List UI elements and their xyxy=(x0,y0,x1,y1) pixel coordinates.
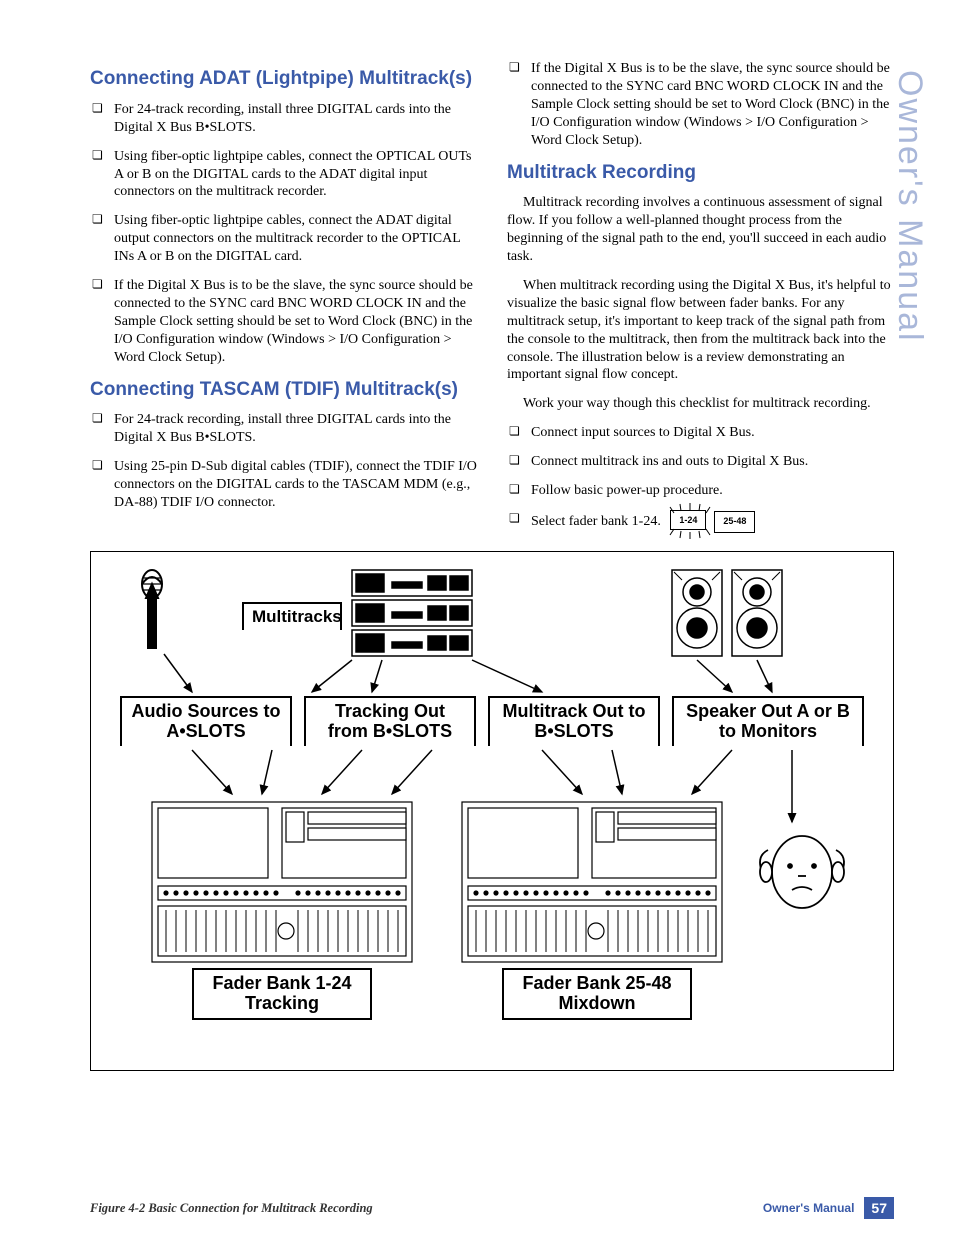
label-tracking-out: Tracking Out from B•SLOTS xyxy=(304,696,476,746)
list-item: Connect input sources to Digital X Bus. xyxy=(507,424,894,442)
figure-caption: Figure 4-2 Basic Connection for Multitra… xyxy=(90,1201,373,1216)
list-adat: For 24-track recording, install three DI… xyxy=(90,101,477,367)
console-right-icon xyxy=(462,802,722,962)
heading-multitrack-recording: Multitrack Recording xyxy=(507,162,894,185)
list-item: If the Digital X Bus is to be the slave,… xyxy=(507,60,894,150)
microphone-icon xyxy=(142,570,162,648)
list-item: Connect multitrack ins and outs to Digit… xyxy=(507,453,894,471)
label-bank-25-48: Fader Bank 25-48 Mixdown xyxy=(502,968,692,1020)
label-multitracks: Multitracks xyxy=(242,602,342,630)
list-tascam: For 24-track recording, install three DI… xyxy=(90,411,477,512)
list-item-text: Select fader bank 1-24. xyxy=(531,514,661,529)
label-bank-1-24: Fader Bank 1-24 Tracking xyxy=(192,968,372,1020)
list-item: If the Digital X Bus is to be the slave,… xyxy=(90,277,477,367)
list-item: Using fiber-optic lightpipe cables, conn… xyxy=(90,212,477,266)
footer-manual-label: Owner's Manual xyxy=(763,1201,855,1215)
list-item: Using fiber-optic lightpipe cables, conn… xyxy=(90,148,477,202)
arrows-top xyxy=(164,654,772,692)
paragraph: Work your way though this checklist for … xyxy=(507,395,894,413)
label-audio-sources: Audio Sources to A•SLOTS xyxy=(120,696,292,746)
speaker-icon xyxy=(672,570,782,656)
list-checklist: Connect input sources to Digital X Bus. … xyxy=(507,424,894,532)
list-continued: If the Digital X Bus is to be the slave,… xyxy=(507,60,894,150)
listener-icon xyxy=(760,836,844,908)
label-speaker-out: Speaker Out A or B to Monitors xyxy=(672,696,864,746)
list-item: Using 25-pin D-Sub digital cables (TDIF)… xyxy=(90,458,477,512)
paragraph: Multitrack recording involves a continuo… xyxy=(507,194,894,266)
figure-4-2: Multitracks Audio Sources to A•SLOTS Tra… xyxy=(90,551,894,1071)
heading-adat: Connecting ADAT (Lightpipe) Multitrack(s… xyxy=(90,68,477,91)
label-multitrack-out: Multitrack Out to B•SLOTS xyxy=(488,696,660,746)
page-number: 57 xyxy=(864,1197,894,1219)
list-item: Follow basic power-up procedure. xyxy=(507,482,894,500)
list-item: For 24-track recording, install three DI… xyxy=(90,101,477,137)
column-left: Connecting ADAT (Lightpipe) Multitrack(s… xyxy=(90,60,477,545)
heading-tascam: Connecting TASCAM (TDIF) Multitrack(s) xyxy=(90,379,477,402)
button-bank-1-24: 1-24 xyxy=(670,510,706,530)
multitrack-rack-icon xyxy=(352,570,472,656)
console-left-icon xyxy=(152,802,412,962)
list-item: For 24-track recording, install three DI… xyxy=(90,411,477,447)
button-bank-25-48: 25-48 xyxy=(714,511,755,533)
paragraph: When multitrack recording using the Digi… xyxy=(507,277,894,384)
list-item: Select fader bank 1-24. 1-24 25-48 xyxy=(507,511,894,533)
column-right: If the Digital X Bus is to be the slave,… xyxy=(507,60,894,545)
